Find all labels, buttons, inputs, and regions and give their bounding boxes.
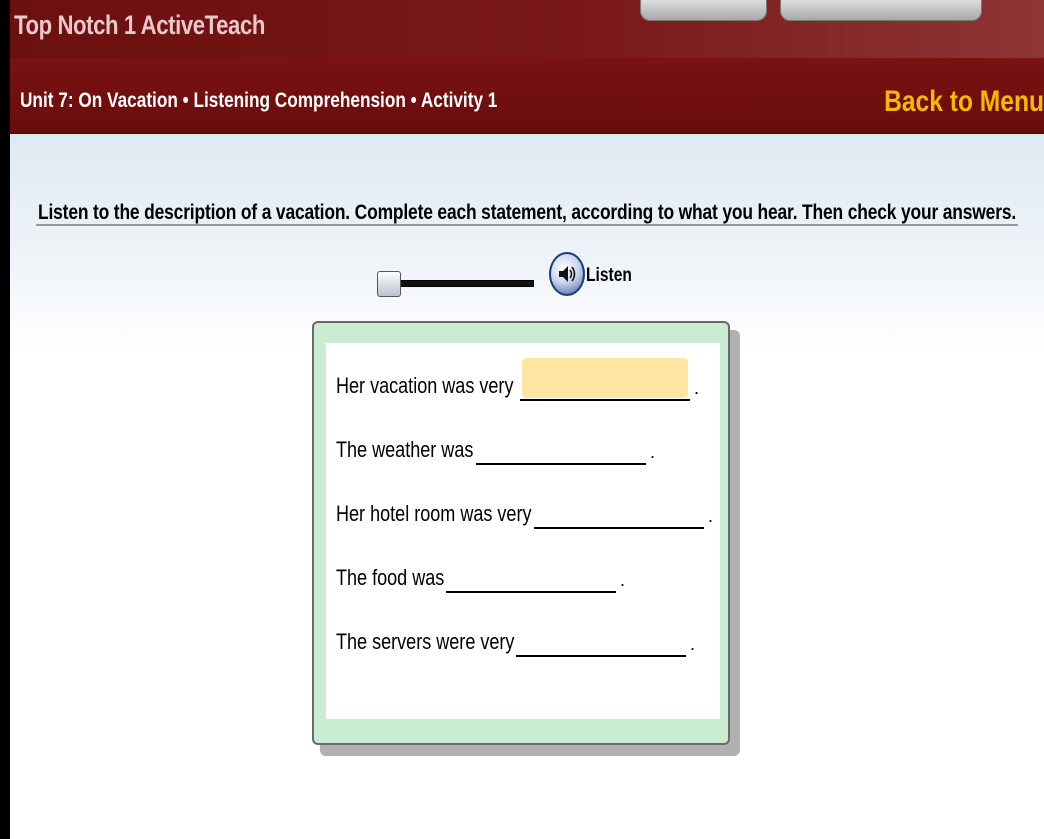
- app-title: Top Notch 1 ActiveTeach: [14, 10, 265, 40]
- top-tab-left[interactable]: [640, 0, 767, 21]
- question-prompt: The weather was: [336, 437, 474, 462]
- title-bar: Top Notch 1 ActiveTeach: [10, 0, 1044, 58]
- sentence-period: .: [708, 506, 714, 526]
- question-row: The weather was .: [336, 427, 716, 467]
- sentence-period: .: [620, 570, 626, 590]
- questions-card: Her vacation was very . The weather was …: [312, 321, 730, 745]
- answer-input-focused[interactable]: [522, 358, 688, 398]
- nav-bar: Unit 7: On Vacation • Listening Comprehe…: [10, 58, 1044, 134]
- sentence-period: .: [650, 442, 656, 462]
- sentence-period: .: [690, 634, 696, 654]
- back-to-menu-link[interactable]: Back to Menu: [884, 85, 1044, 119]
- question-prompt: Her hotel room was very: [336, 501, 532, 526]
- question-row: The food was .: [336, 555, 716, 595]
- answer-blank[interactable]: [516, 655, 686, 657]
- answer-blank[interactable]: [446, 591, 616, 593]
- answer-blank[interactable]: [476, 463, 646, 465]
- activeteach-window: Top Notch 1 ActiveTeach Unit 7: On Vacat…: [10, 0, 1044, 839]
- instructions-text: Listen to the description of a vacation.…: [38, 201, 1017, 224]
- listen-button[interactable]: [549, 252, 585, 296]
- question-row: Her hotel room was very .: [336, 491, 716, 531]
- question-row: The servers were very .: [336, 619, 716, 659]
- question-prompt: The servers were very: [336, 629, 515, 654]
- sentence-period: .: [694, 378, 700, 398]
- audio-slider-handle[interactable]: [377, 271, 401, 297]
- answer-blank[interactable]: [534, 527, 704, 529]
- activity-content: Listen to the description of a vacation.…: [10, 134, 1044, 839]
- question-prompt: Her vacation was very: [336, 373, 514, 398]
- question-row: Her vacation was very .: [336, 358, 716, 403]
- question-prompt: The food was: [336, 565, 445, 590]
- listen-label: Listen: [586, 265, 632, 286]
- audio-progress-slider[interactable]: [390, 280, 534, 287]
- answer-blank[interactable]: [520, 399, 690, 401]
- top-tab-right[interactable]: [780, 0, 982, 21]
- breadcrumb: Unit 7: On Vacation • Listening Comprehe…: [20, 89, 498, 112]
- questions-panel: Her vacation was very . The weather was …: [326, 343, 720, 719]
- instructions-divider: [36, 224, 1018, 226]
- screen-frame: Top Notch 1 ActiveTeach Unit 7: On Vacat…: [0, 0, 1044, 839]
- speaker-icon: [559, 266, 576, 282]
